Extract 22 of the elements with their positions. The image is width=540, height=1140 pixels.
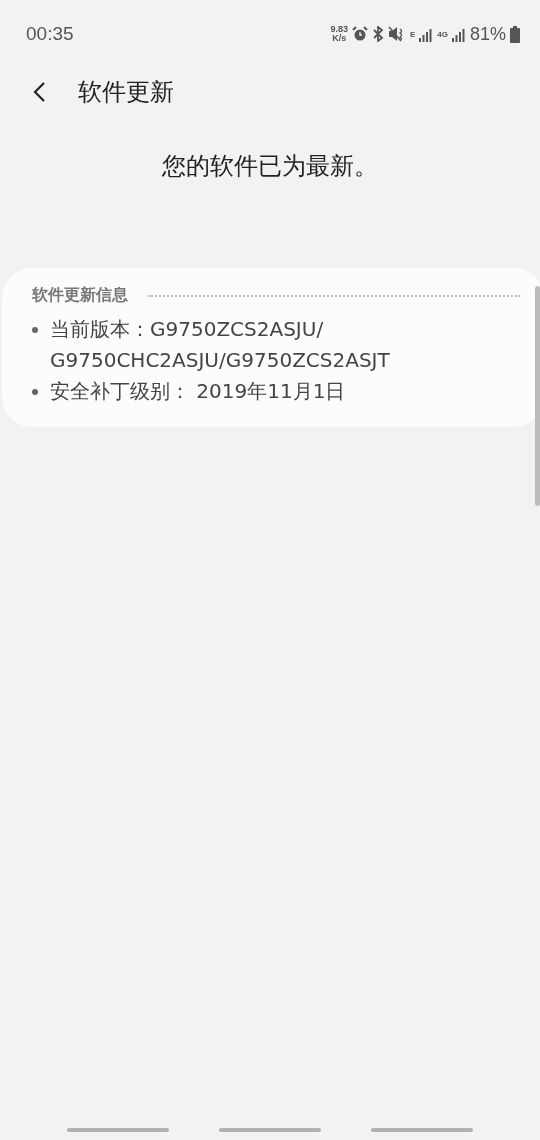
bullet-dot	[32, 327, 38, 333]
page-title: 软件更新	[78, 77, 174, 108]
chevron-left-icon	[32, 81, 46, 103]
network-type: E	[409, 29, 416, 39]
signal-icon	[419, 26, 434, 42]
speed-unit: K/s	[332, 34, 347, 43]
nav-handle[interactable]	[371, 1128, 473, 1132]
nav-handle[interactable]	[67, 1128, 169, 1132]
bullet-dot	[32, 389, 38, 395]
nav-handle[interactable]	[219, 1128, 321, 1132]
info-text: 安全补丁级别： 2019年11月1日	[50, 378, 346, 405]
battery-icon	[510, 25, 520, 43]
network-type: 4G	[437, 29, 448, 39]
clock-time: 00:35	[26, 23, 74, 45]
info-text: 当前版本：G9750ZCS2ASJU/ G9750CHC2ASJU/G9750ZCS2ASJT	[50, 316, 391, 374]
battery-percent: 81%	[469, 23, 506, 45]
signal-icon	[451, 26, 466, 42]
card-title: 软件更新信息	[32, 285, 128, 306]
status-message: 您的软件已为最新。	[162, 151, 378, 182]
bluetooth-icon	[371, 26, 384, 42]
alarm-icon	[351, 26, 368, 42]
speed-value: 9.83	[330, 25, 348, 34]
